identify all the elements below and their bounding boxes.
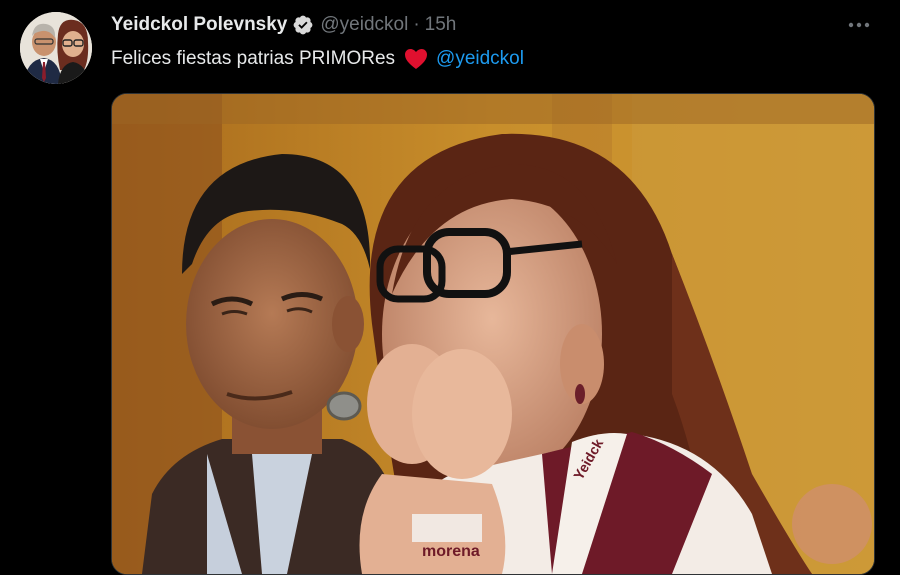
tweet[interactable]: Yeidckol Polevnsky @yeidckol · 15h Felic…: [0, 0, 900, 575]
tweet-header: Yeidckol Polevnsky @yeidckol · 15h: [111, 12, 456, 38]
handle[interactable]: @yeidckol: [320, 14, 408, 36]
display-name[interactable]: Yeidckol Polevnsky: [111, 14, 287, 36]
more-horizontal-icon[interactable]: [846, 14, 872, 36]
mention-link[interactable]: @yeidckol: [436, 46, 524, 72]
verified-badge-icon: [292, 14, 314, 36]
timestamp[interactable]: 15h: [425, 14, 457, 36]
red-heart-icon: [404, 48, 428, 70]
avatar[interactable]: [20, 12, 92, 84]
tweet-photo[interactable]: morena Yeidck: [111, 93, 875, 575]
separator-dot: ·: [413, 14, 420, 35]
tweet-text-body: Felices fiestas patrias PRIMORes: [111, 48, 396, 69]
tweet-text: Felices fiestas patrias PRIMORes @yeidck…: [111, 46, 524, 72]
